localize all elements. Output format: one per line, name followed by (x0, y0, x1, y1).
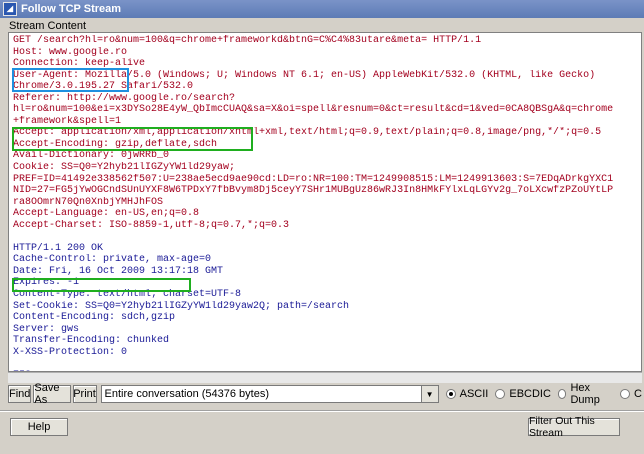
stream-line: Accept-Charset: ISO-8859-1,utf-8;q=0.7,*… (13, 219, 290, 231)
radio-hex-dump[interactable]: Hex Dump (557, 382, 613, 406)
radio-button-icon[interactable] (495, 389, 506, 399)
stream-line: hl=ro&num=100&ei=x3DYSo28E4yW_QbImcCUAQ&… (13, 104, 614, 116)
radio-ebcdic[interactable]: EBCDIC (495, 382, 551, 406)
stream-line: Transfer-Encoding: chunked (13, 335, 170, 347)
chevron-down-icon[interactable]: ▼ (420, 386, 438, 402)
stream-line: Accept-Language: en-US,en;q=0.8 (13, 208, 200, 220)
stream-line: Content-Encoding: sdch,gzip (13, 312, 176, 324)
radio-label: EBCDIC (509, 388, 551, 400)
stream-line: PREF=ID=41492e338562f507:U=238ae5ecd9ae9… (13, 173, 614, 185)
stream-content-label: Stream Content (9, 20, 87, 32)
stream-line: Server: gws (13, 323, 80, 335)
title-bar: ◢ Follow TCP Stream (0, 0, 644, 18)
stream-line: Content-Type: text/html; charset=UTF-8 (13, 289, 242, 301)
stream-line: User-Agent: Mozilla/5.0 (Windows; U; Win… (13, 69, 596, 81)
format-radio-group: ASCII EBCDIC Hex Dump C (439, 382, 642, 406)
radio-label: ASCII (459, 388, 489, 400)
find-button[interactable]: Find (8, 385, 32, 403)
stream-line: Set-Cookie: SS=Q0=Y2hyb21lIGZyYW1ld29yaw… (13, 300, 350, 312)
stream-line: Accept-Encoding: gzip,deflate,sdch (13, 138, 218, 150)
radio-label: Hex Dump (570, 382, 600, 406)
stream-content-panel[interactable]: GET /search?hl=ro&num=100&q=chrome+frame… (8, 32, 642, 372)
stream-line: Connection: keep-alive (13, 58, 146, 70)
divider (0, 410, 644, 412)
conversation-select[interactable]: Entire conversation (54376 bytes) ▼ (100, 385, 439, 403)
stream-line (13, 358, 641, 370)
print-button[interactable]: Print (72, 385, 97, 403)
stream-line: Chrome/3.0.195.27 Safari/532.0 (13, 81, 194, 93)
window-title: Follow TCP Stream (21, 3, 122, 15)
radio-label: C (634, 388, 642, 400)
stream-line: Cache-Control: private, max-age=0 (13, 254, 212, 266)
conversation-select-value: Entire conversation (54376 bytes) (104, 388, 270, 400)
stream-text[interactable]: GET /search?hl=ro&num=100&q=chrome+frame… (13, 35, 641, 371)
stream-line: Host: www.google.ro (13, 46, 128, 58)
radio-button-icon[interactable] (557, 389, 567, 399)
radio-button-icon[interactable] (620, 389, 631, 399)
stream-line: Cookie: SS=Q0=Y2hyb21lIGZyYW1ld29yaw; (13, 162, 236, 174)
stream-line: ra8OOmrN70Qn0XnbjYMHJhFOS (13, 196, 164, 208)
help-button[interactable]: Help (10, 418, 68, 436)
controls-row: Find Save As Print Entire conversation (… (8, 382, 642, 406)
stream-line: Referer: http://www.google.ro/search? (13, 92, 236, 104)
radio-button-icon[interactable] (445, 389, 456, 399)
stream-line: Avail-Dictionary: 0jwRRb_0 (13, 150, 170, 162)
save-as-button[interactable]: Save As (33, 382, 71, 406)
stream-line: X-XSS-Protection: 0 (13, 346, 128, 358)
wireshark-icon: ◢ (3, 2, 17, 16)
stream-line (13, 231, 641, 243)
radio-c[interactable]: C (620, 382, 642, 406)
stream-line: HTTP/1.1 200 OK (13, 242, 104, 254)
stream-line: Accept: application/xml,application/xhtm… (13, 127, 602, 139)
radio-ascii[interactable]: ASCII (445, 382, 489, 406)
stream-line: Expires: -1 (13, 277, 80, 289)
stream-line: NID=27=FG5jYwOGCndSUnUYXF8W6TPDxY7fbBvym… (13, 185, 614, 197)
filter-out-stream-button[interactable]: Filter Out This Stream (528, 415, 620, 439)
stream-line: Date: Fri, 16 Oct 2009 13:17:18 GMT (13, 265, 224, 277)
stream-line: GET /search?hl=ro&num=100&q=chrome+frame… (13, 35, 482, 46)
stream-line: +framework&spell=1 (13, 115, 122, 127)
